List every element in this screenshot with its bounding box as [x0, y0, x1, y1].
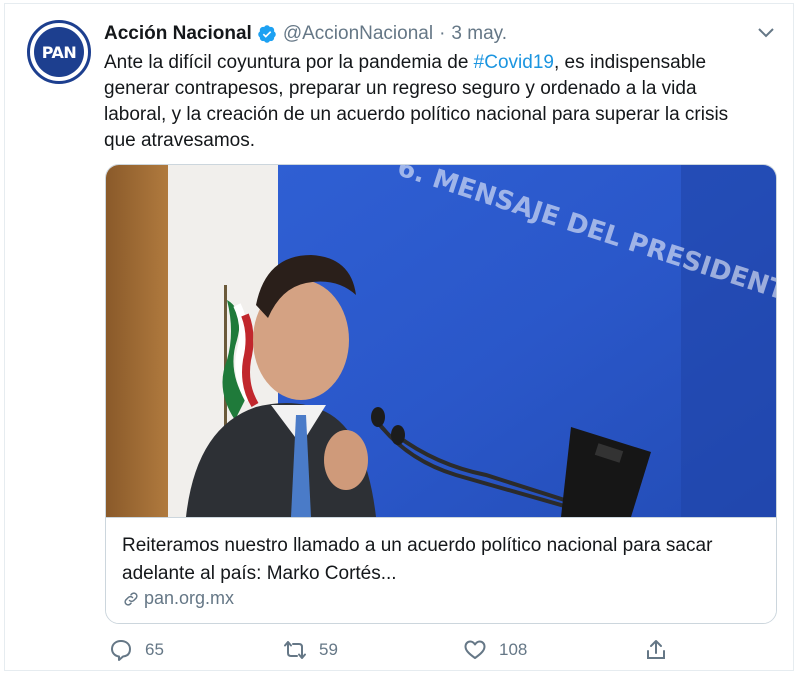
avatar-logo-text: PAN	[41, 42, 77, 62]
tweet-text-start: Ante la difícil coyuntura por la pandemi…	[104, 52, 474, 73]
like-button[interactable]: 108	[463, 638, 527, 662]
speaker-photo: 6. MENSAJE DEL PRESIDENTE DEL COMITÉ EJE…	[106, 165, 776, 517]
tweet-header: Acción Nacional @AccionNacional · 3 may.	[104, 23, 507, 45]
pan-logo: PAN	[34, 27, 84, 77]
link-preview-card[interactable]: 6. MENSAJE DEL PRESIDENTE DEL COMITÉ EJE…	[105, 164, 777, 624]
link-icon	[124, 591, 138, 606]
card-title: Reiteramos nuestro llamado a un acuerdo …	[122, 535, 713, 584]
verified-badge-icon	[258, 25, 276, 43]
tweet-actions: 65 59 108	[109, 638, 669, 664]
like-count: 108	[499, 640, 528, 659]
share-button[interactable]	[644, 638, 680, 662]
chevron-down-icon[interactable]	[757, 26, 775, 40]
share-icon	[647, 640, 665, 659]
heart-icon	[464, 640, 486, 659]
retweet-button[interactable]: 59	[283, 638, 338, 662]
tweet-text: Ante la difícil coyuntura por la pandemi…	[104, 50, 764, 154]
author-handle[interactable]: @AccionNacional	[283, 23, 433, 45]
reply-button[interactable]: 65	[109, 638, 164, 662]
tweet-card[interactable]: PAN Acción Nacional @AccionNacional · 3 …	[4, 3, 794, 671]
hashtag-link[interactable]: #Covid19	[474, 52, 554, 73]
header-separator: ·	[439, 23, 446, 44]
avatar[interactable]: PAN	[27, 20, 91, 84]
reply-icon	[111, 640, 131, 661]
reply-count: 65	[145, 640, 164, 659]
retweet-count: 59	[319, 640, 338, 659]
author-name[interactable]: Acción Nacional	[104, 23, 252, 45]
card-domain: pan.org.mx	[122, 588, 234, 609]
card-body[interactable]: Reiteramos nuestro llamado a un acuerdo …	[106, 517, 776, 623]
tweet-timestamp[interactable]: 3 may.	[451, 23, 507, 45]
retweet-icon	[284, 641, 306, 659]
card-image[interactable]: 6. MENSAJE DEL PRESIDENTE DEL COMITÉ EJE…	[106, 165, 776, 517]
card-domain-text: pan.org.mx	[144, 588, 235, 608]
